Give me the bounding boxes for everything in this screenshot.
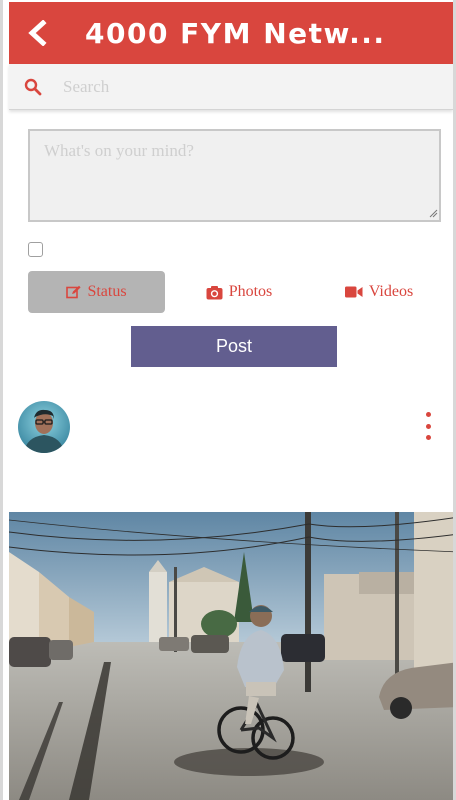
app-screen: 4000 FYM Netw... Status Photos — [0, 0, 456, 800]
video-camera-icon — [344, 286, 363, 298]
search-input[interactable] — [57, 63, 453, 110]
chevron-left-icon — [28, 20, 47, 46]
tab-status-label: Status — [87, 283, 127, 300]
app-header: 4000 FYM Netw... — [9, 2, 453, 64]
tab-videos-label: Videos — [368, 283, 414, 300]
search-bar — [9, 63, 453, 110]
status-textarea[interactable] — [28, 129, 441, 222]
tab-photos[interactable]: Photos — [189, 271, 289, 313]
tab-videos[interactable]: Videos — [333, 271, 425, 313]
tab-status[interactable]: Status — [28, 271, 165, 313]
edit-icon — [66, 285, 82, 299]
post-button[interactable]: Post — [131, 326, 337, 367]
search-icon[interactable] — [9, 78, 57, 96]
avatar[interactable] — [18, 401, 70, 453]
camera-icon — [206, 285, 223, 299]
tab-photos-label: Photos — [228, 283, 273, 300]
page-title: 4000 FYM Netw... — [85, 16, 386, 50]
more-vertical-icon[interactable] — [421, 412, 435, 440]
post-checkbox[interactable] — [28, 242, 43, 257]
post-image[interactable] — [9, 512, 453, 800]
back-button[interactable] — [9, 2, 65, 64]
